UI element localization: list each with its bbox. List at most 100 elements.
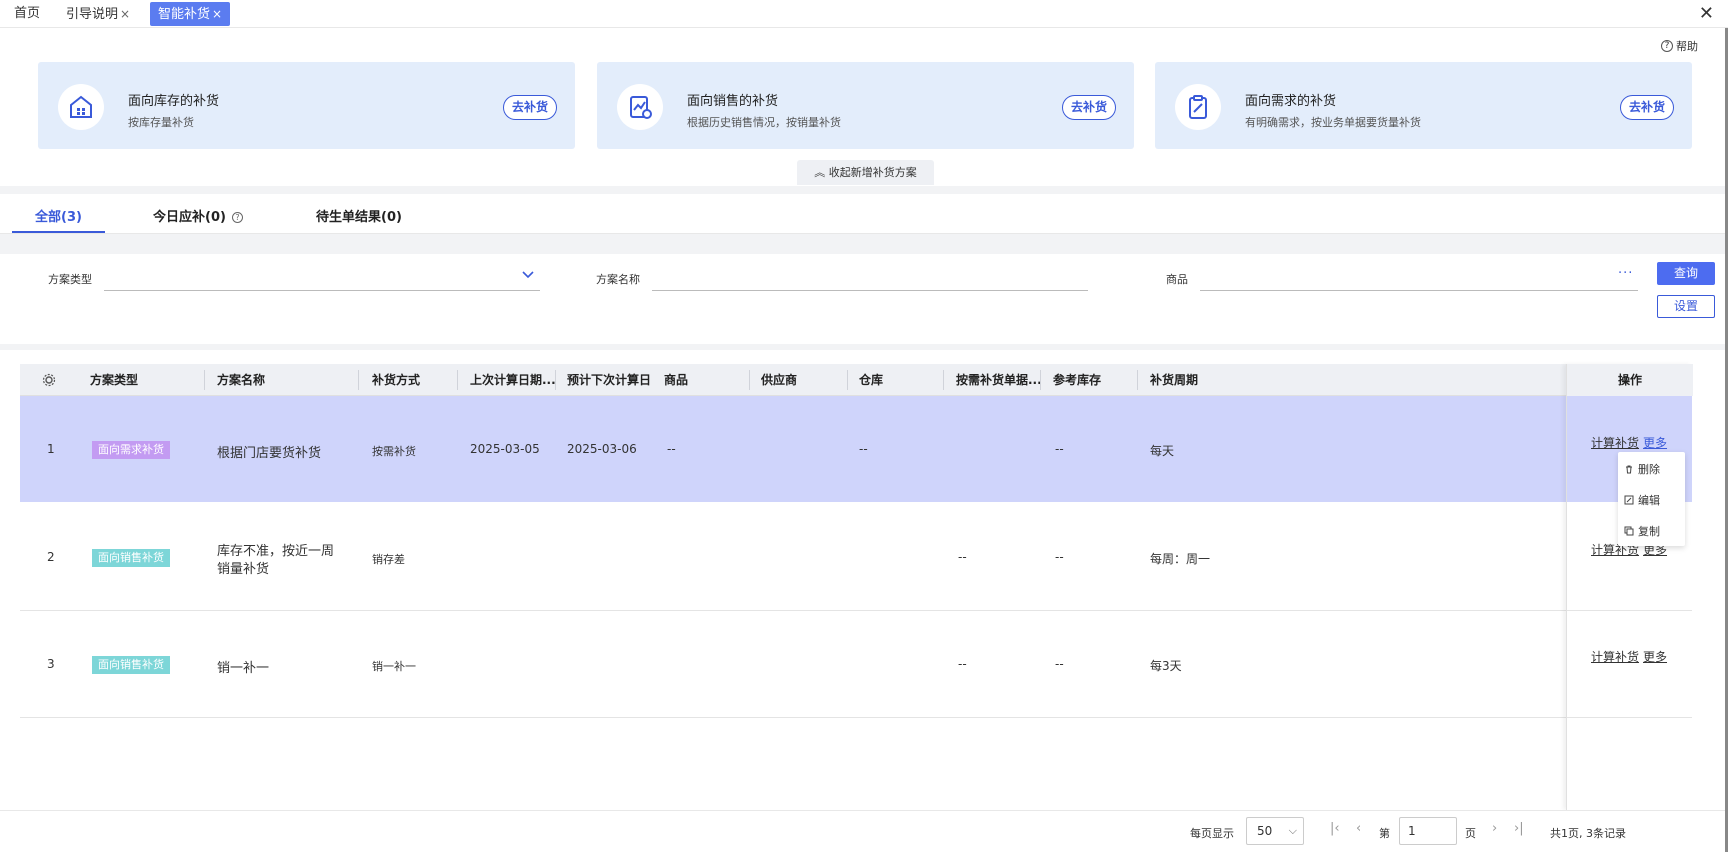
settings-button[interactable]: 设置 bbox=[1657, 295, 1715, 318]
close-icon[interactable]: × bbox=[212, 7, 222, 21]
col-header-method[interactable]: 补货方式 bbox=[372, 364, 420, 396]
col-header-cycle[interactable]: 补货周期 bbox=[1150, 364, 1198, 396]
replenish-method: 销一补一 bbox=[372, 660, 416, 673]
demand-doc: -- bbox=[958, 657, 967, 671]
tab-guide[interactable]: 引导说明 × bbox=[62, 2, 134, 26]
col-header-doc[interactable]: 按需补货单据... bbox=[956, 364, 1040, 396]
replenish-method: 按需补货 bbox=[372, 445, 416, 458]
tab-smart-replenish-label: 智能补货 bbox=[158, 7, 211, 22]
page-suffix: 页 bbox=[1465, 827, 1476, 840]
page-value: 1 bbox=[1408, 824, 1416, 838]
gear-icon[interactable] bbox=[42, 373, 56, 387]
filter-type-select[interactable] bbox=[104, 290, 540, 291]
more-link[interactable]: 更多 bbox=[1643, 434, 1667, 451]
page-input[interactable]: 1 bbox=[1399, 817, 1457, 845]
chevron-down-icon: ⌵ bbox=[1288, 824, 1297, 837]
query-button[interactable]: 查询 bbox=[1657, 262, 1715, 285]
help-icon[interactable]: ? bbox=[231, 212, 243, 223]
card-desc: 根据历史销售情况，按销量补货 bbox=[687, 116, 841, 129]
help-label: 帮助 bbox=[1676, 40, 1698, 53]
first-page-icon[interactable]: |‹ bbox=[1330, 821, 1340, 836]
col-header-name[interactable]: 方案名称 bbox=[217, 364, 265, 396]
chevron-down-icon[interactable] bbox=[521, 268, 535, 282]
column-divider bbox=[943, 370, 944, 390]
col-header-next-calc[interactable]: 预计下次计算日 bbox=[567, 364, 662, 396]
filter-area: 方案类型 方案名称 商品 ··· 查询 设置 bbox=[0, 254, 1728, 344]
filter-type-label: 方案类型 bbox=[48, 273, 92, 286]
col-header-supplier[interactable]: 供应商 bbox=[761, 364, 797, 396]
menu-item-delete[interactable]: 删除 bbox=[1624, 461, 1660, 477]
tab-all[interactable]: 全部(3) bbox=[35, 206, 82, 225]
card-title: 面向需求的补货 bbox=[1245, 94, 1337, 109]
table-row[interactable]: 2 面向销售补货 库存不准，按近一周 销量补货 销存差 -- -- 每周：周一 bbox=[20, 502, 1692, 610]
tab-smart-replenish[interactable]: 智能补货 × bbox=[150, 2, 231, 26]
per-page-select[interactable]: 50 ⌵ bbox=[1246, 817, 1304, 845]
demand-doc: -- bbox=[958, 550, 967, 564]
col-header-type[interactable]: 方案类型 bbox=[90, 364, 138, 396]
window-close-icon[interactable]: ✕ bbox=[1699, 2, 1714, 26]
tab-home[interactable]: 首页 bbox=[10, 2, 44, 26]
table-row[interactable]: 1 面向需求补货 根据门店要货补货 按需补货 2025-03-05 2025-0… bbox=[20, 396, 1692, 502]
go-replenish-button[interactable]: 去补货 bbox=[1061, 95, 1116, 120]
menu-item-edit[interactable]: 编辑 bbox=[1624, 492, 1660, 508]
close-icon[interactable]: × bbox=[120, 7, 130, 21]
go-replenish-button[interactable]: 去补货 bbox=[502, 95, 557, 120]
column-divider bbox=[1137, 370, 1138, 390]
col-header-warehouse[interactable]: 仓库 bbox=[859, 364, 883, 396]
column-divider bbox=[847, 370, 848, 390]
warehouse: -- bbox=[859, 442, 868, 456]
column-divider bbox=[555, 370, 556, 390]
tab-today[interactable]: 今日应补(0)? bbox=[153, 206, 243, 225]
table-row[interactable]: 3 面向销售补货 销一补一 销一补一 -- -- 每3天 bbox=[20, 611, 1692, 717]
menu-item-label: 删除 bbox=[1638, 463, 1660, 476]
plan-type-tag: 面向需求补货 bbox=[92, 441, 170, 459]
help-link[interactable]: ? 帮助 bbox=[1661, 38, 1698, 54]
collapse-plans-button[interactable]: ︽ 收起新增补货方案 bbox=[797, 160, 934, 185]
edit-icon bbox=[1624, 495, 1634, 505]
card-inventory-replenish: 面向库存的补货 按库存量补货 去补货 bbox=[38, 62, 575, 149]
card-title: 面向库存的补货 bbox=[128, 94, 220, 109]
column-divider bbox=[749, 370, 750, 390]
calc-replenish-link[interactable]: 计算补货 bbox=[1591, 648, 1639, 665]
next-calc-date: 2025-03-06 bbox=[567, 442, 637, 456]
card-desc: 按库存量补货 bbox=[128, 116, 194, 129]
go-replenish-button[interactable]: 去补货 bbox=[1619, 95, 1674, 120]
row-index: 3 bbox=[47, 657, 55, 671]
col-header-last-calc[interactable]: 上次计算日期... bbox=[470, 364, 560, 396]
filter-product-input[interactable] bbox=[1200, 290, 1638, 291]
tab-pending[interactable]: 待生单结果(0) bbox=[316, 206, 402, 225]
tab-all-label: 全部(3) bbox=[35, 210, 82, 225]
next-page-icon[interactable]: › bbox=[1492, 821, 1497, 836]
divider bbox=[0, 234, 1728, 254]
record-summary: 共1页, 3条记录 bbox=[1550, 827, 1626, 840]
subtab-bar: 全部(3) 今日应补(0)? 待生单结果(0) bbox=[0, 194, 1728, 234]
more-options-icon[interactable]: ··· bbox=[1618, 266, 1633, 281]
last-page-icon[interactable]: ›| bbox=[1514, 821, 1524, 836]
tab-today-label: 今日应补(0) bbox=[153, 210, 226, 225]
row-divider bbox=[20, 717, 1692, 718]
plan-name: 库存不准，按近一周 bbox=[217, 544, 335, 559]
top-tab-bar: 首页 引导说明 × 智能补货 × ✕ bbox=[0, 0, 1728, 28]
operation-column: 操作 计算补货 更多 计算补货 更多 计算补货 更多 bbox=[1566, 364, 1693, 810]
col-header-ref-stock[interactable]: 参考库存 bbox=[1053, 364, 1101, 396]
trash-icon bbox=[1624, 464, 1634, 474]
per-page-value: 50 bbox=[1257, 824, 1273, 838]
menu-item-copy[interactable]: 复制 bbox=[1624, 523, 1660, 539]
pagination: 每页显示 50 ⌵ |‹ ‹ 第 1 页 › ›| 共1页, 3条记录 bbox=[0, 810, 1728, 852]
divider bbox=[0, 344, 1728, 350]
column-divider bbox=[1040, 370, 1041, 390]
calc-replenish-link[interactable]: 计算补货 bbox=[1591, 434, 1639, 451]
help-icon: ? bbox=[1661, 40, 1673, 52]
filter-name-label: 方案名称 bbox=[596, 273, 640, 286]
more-link[interactable]: 更多 bbox=[1643, 648, 1667, 665]
row-index: 1 bbox=[47, 442, 55, 456]
sales-chart-icon bbox=[617, 84, 663, 130]
tab-pending-label: 待生单结果(0) bbox=[316, 210, 402, 225]
col-header-product[interactable]: 商品 bbox=[664, 364, 688, 396]
replenish-cycle: 每周：周一 bbox=[1150, 552, 1211, 566]
filter-name-input[interactable] bbox=[652, 290, 1088, 291]
ref-stock: -- bbox=[1055, 550, 1064, 564]
tab-guide-label: 引导说明 bbox=[66, 7, 119, 22]
prev-page-icon[interactable]: ‹ bbox=[1356, 821, 1361, 836]
chevron-up-icon: ︽ bbox=[814, 166, 829, 179]
